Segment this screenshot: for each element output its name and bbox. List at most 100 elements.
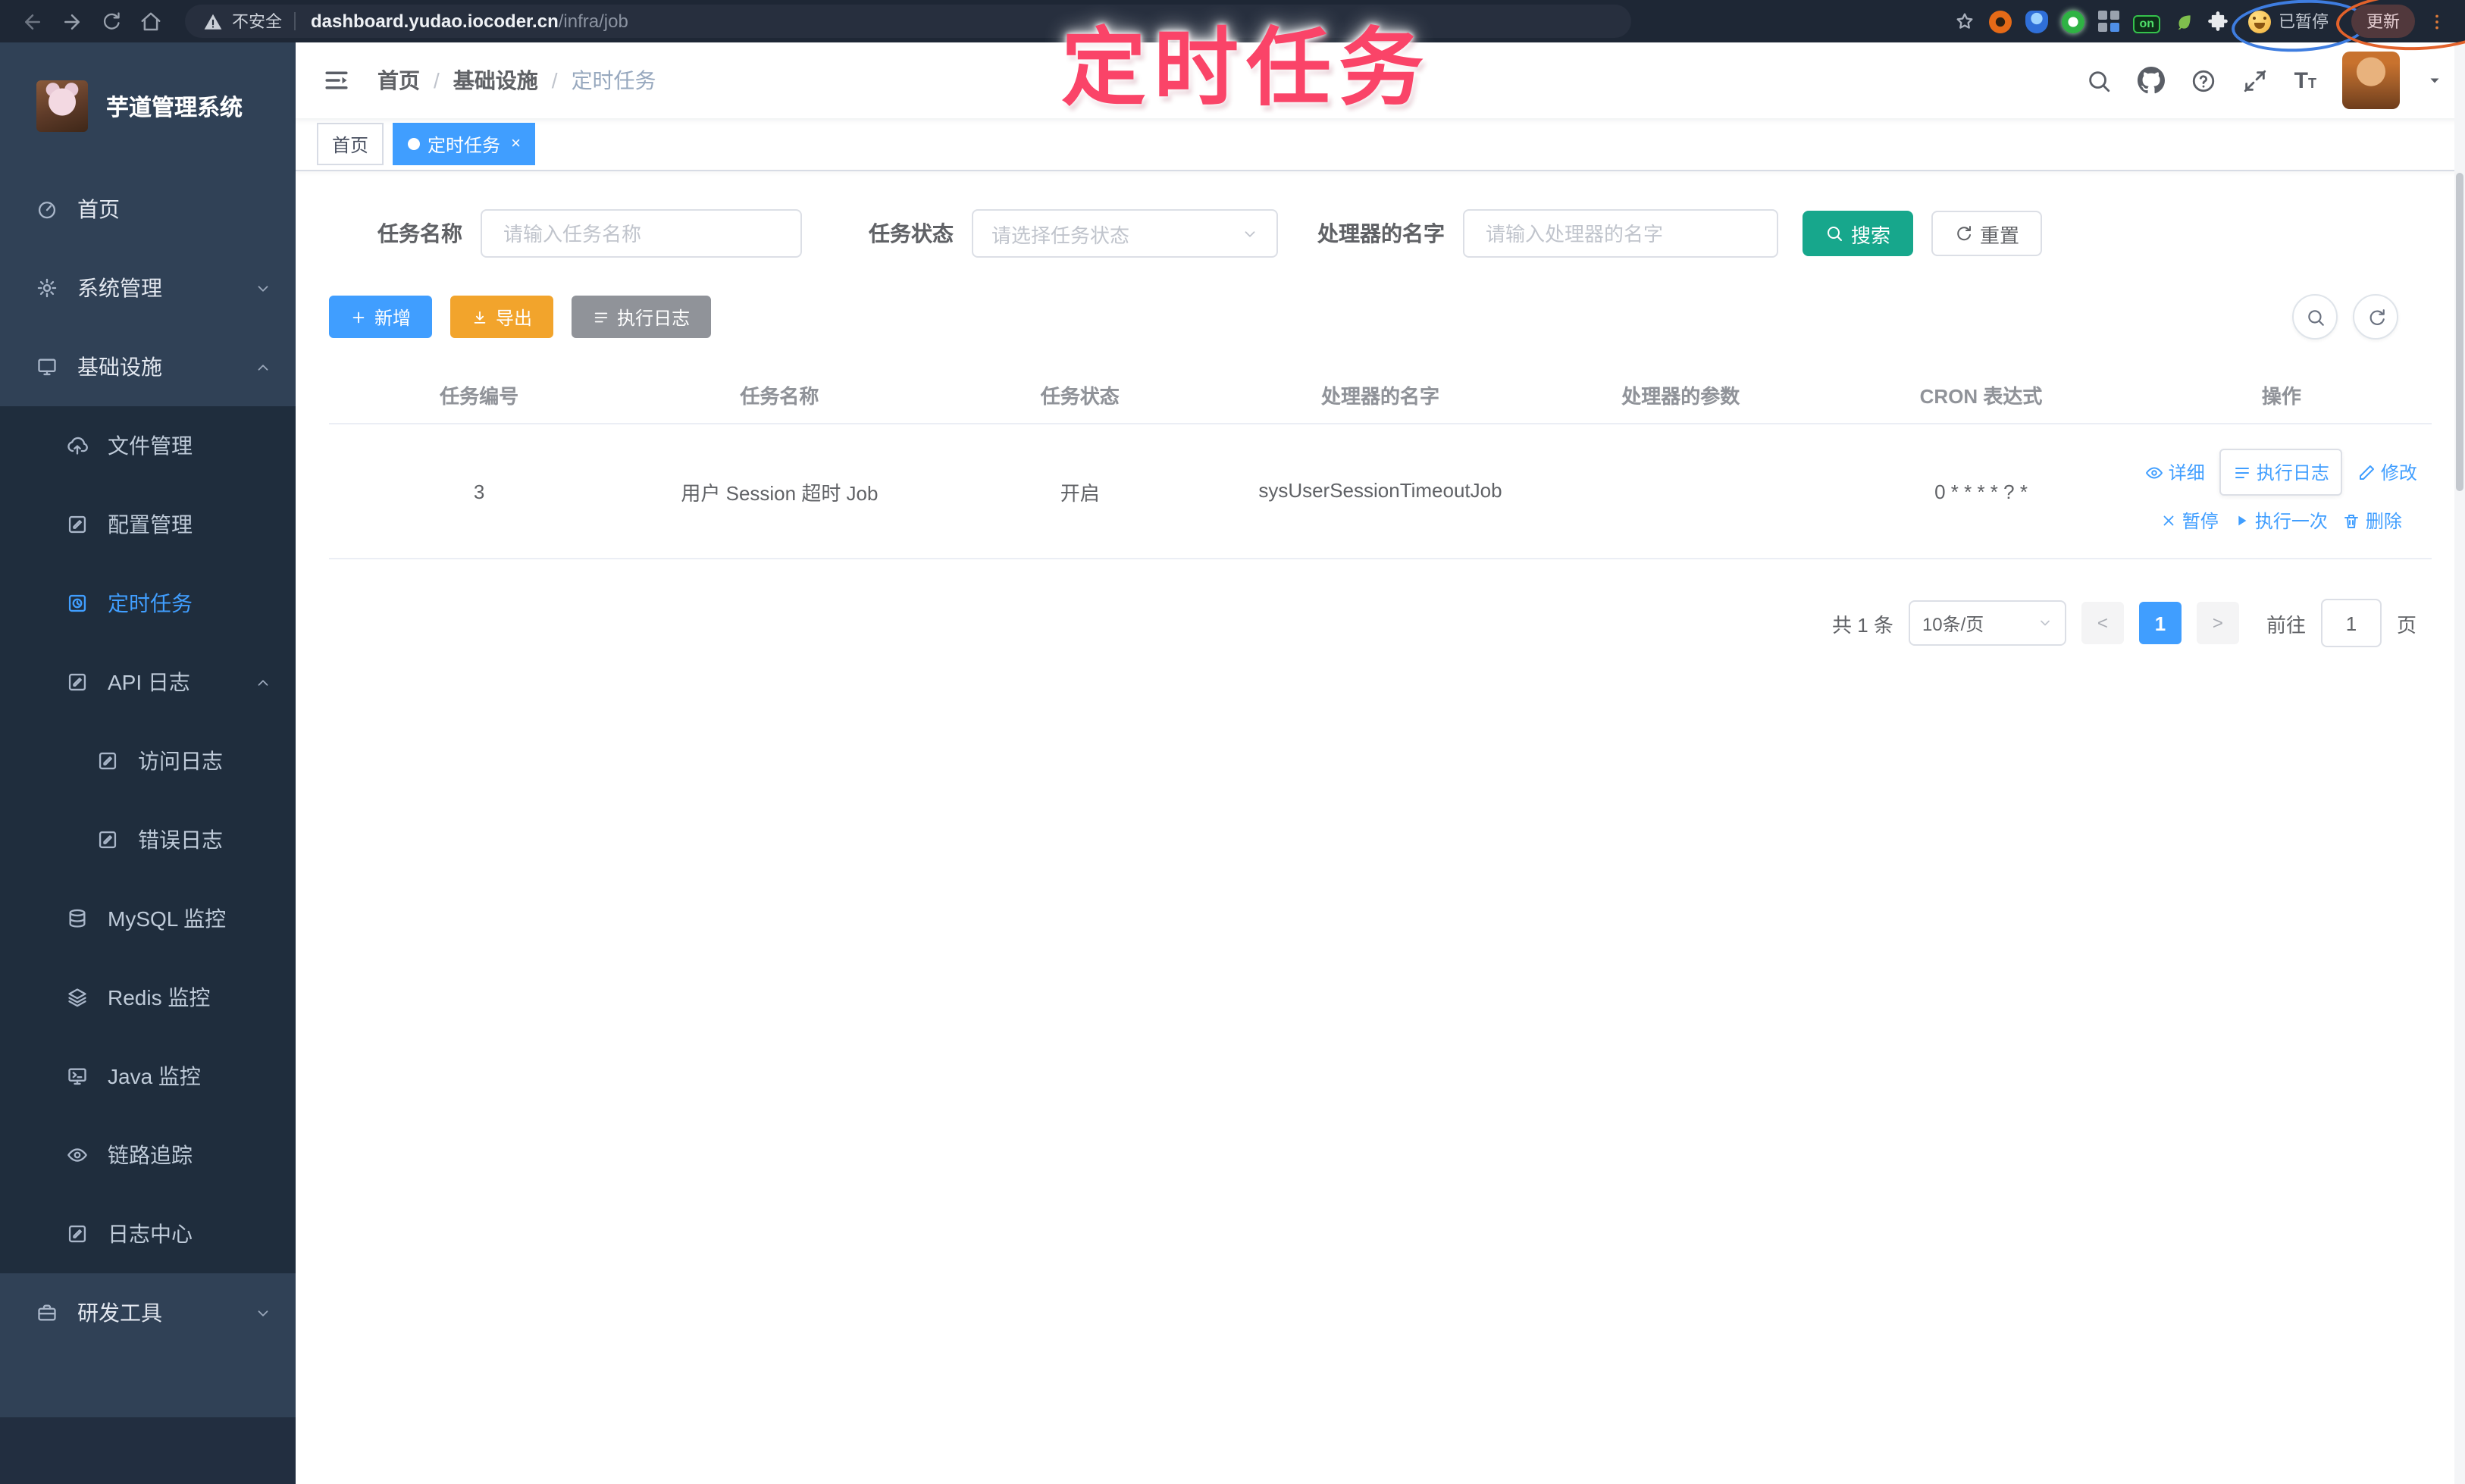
page-1-button[interactable]: 1 [2138,602,2182,644]
app-logo-row[interactable]: 芋道管理系统 [0,42,296,170]
fullscreen-icon[interactable] [2243,67,2269,93]
sidebar-item-trace[interactable]: 链路追踪 [0,1116,296,1194]
hamburger-icon[interactable] [317,61,356,100]
url-domain[interactable]: dashboard.yudao.iocoder.cn [311,11,559,32]
reload-icon[interactable] [94,5,127,38]
filter-form: 任务名称 任务状态 请选择任务状态 处理器的名字 [320,209,2441,258]
search-button[interactable]: 搜索 [1803,211,1914,256]
profile-paused-chip[interactable]: 已暂停 [2230,0,2369,55]
extension-icon-orange[interactable] [1989,10,2012,33]
sidebar-item-api-log[interactable]: API 日志 [0,643,296,722]
sidebar-item-error-log[interactable]: 错误日志 [0,800,296,879]
page-size-select[interactable]: 10条/页 [1908,600,2066,646]
col-cron: CRON 表达式 [1831,367,2131,424]
cell-job-status: 开启 [929,424,1230,559]
delete-link[interactable]: 删除 [2343,508,2402,534]
top-navbar: 首页 / 基础设施 / 定时任务 TT [296,42,2465,118]
handler-name-input[interactable] [1483,221,1759,246]
close-icon[interactable]: × [511,135,521,152]
main-area: 首页 / 基础设施 / 定时任务 TT 首页 定时任务 × 任务名称 请输入任务… [296,42,2465,1484]
github-icon[interactable] [2138,67,2166,94]
caret-down-icon[interactable] [2426,71,2444,89]
sidebar-item-mysql[interactable]: MySQL 监控 [0,879,296,958]
run-once-link[interactable]: 执行一次 [2234,508,2328,534]
job-status-label: 任务状态 [869,221,954,246]
chevron-up-icon [255,674,271,690]
sidebar-item-access-log[interactable]: 访问日志 [0,722,296,800]
bookmark-star-icon[interactable] [1954,11,1975,32]
paused-label: 已暂停 [2279,14,2329,32]
sidebar-item-file[interactable]: 文件管理 [0,406,296,485]
forward-icon[interactable] [55,5,88,38]
pagination: 共 1 条 10条/页 < 1 > 前往 页 [344,599,2416,647]
tab-job[interactable]: 定时任务 × [393,123,536,165]
job-status-select[interactable]: 请选择任务状态 [972,209,1278,258]
chevron-down-icon [1242,225,1258,242]
sidebar-item-infra[interactable]: 基础设施 [0,327,296,406]
font-size-icon[interactable]: TT [2294,69,2316,92]
job-name-label: 任务名称 [377,221,462,246]
extension-icon-leaf[interactable] [2174,11,2194,31]
show-search-button[interactable] [2292,294,2338,340]
sidebar: 芋道管理系统 首页 系统管理 基础设施 文件管理 配置管理 定时任务 API 日… [0,42,296,1484]
page-scrollbar[interactable] [2454,42,2465,1484]
goto-page-input[interactable] [2320,599,2382,647]
not-secure-label[interactable]: 不安全 [232,9,282,33]
cell-job-id: 3 [329,424,630,559]
sidebar-item-java[interactable]: Java 监控 [0,1037,296,1116]
table-tools [2292,294,2398,340]
reset-button[interactable]: 重置 [1931,211,2043,256]
browser-toolbar: 不安全 dashboard.yudao.iocoder.cn /infra/jo… [0,0,2465,55]
add-button[interactable]: 新增 [329,296,433,338]
update-area: 更新 [2335,0,2465,53]
pause-link[interactable]: 暂停 [2161,508,2219,534]
help-icon[interactable] [2191,67,2217,93]
terminal-icon [67,1066,88,1087]
job-name-input-wrap [481,209,802,258]
back-icon[interactable] [15,5,49,38]
search-icon[interactable] [2087,67,2113,93]
extension-icon-grid[interactable] [2098,11,2120,32]
sidebar-item-dev-tools[interactable]: 研发工具 [0,1273,296,1352]
not-secure-icon [203,11,223,31]
address-bar[interactable]: 不安全 dashboard.yudao.iocoder.cn /infra/jo… [185,5,1631,38]
scrollbar-thumb[interactable] [2456,173,2463,491]
sidebar-item-log-center[interactable]: 日志中心 [0,1194,296,1273]
extension-on-badge[interactable]: on [2133,15,2160,33]
extensions-puzzle-icon[interactable] [2207,11,2229,32]
extensions-area: on 已暂停 更新 [1954,0,2465,55]
refresh-button[interactable] [2353,294,2398,340]
home-icon[interactable] [133,5,167,38]
exec-log-button[interactable]: 执行日志 [572,296,712,338]
browser-menu-icon[interactable] [2427,11,2447,31]
export-button[interactable]: 导出 [450,296,554,338]
url-path[interactable]: /infra/job [559,11,628,32]
col-job-id: 任务编号 [329,367,630,424]
breadcrumb-home[interactable]: 首页 [377,65,420,95]
sidebar-item-config[interactable]: 配置管理 [0,485,296,564]
detail-link[interactable]: 详细 [2146,459,2205,485]
next-page-button[interactable]: > [2196,602,2239,644]
breadcrumb: 首页 / 基础设施 / 定时任务 [377,65,656,95]
sidebar-item-home[interactable]: 首页 [0,170,296,249]
col-handler-param: 处理器的参数 [1530,367,1831,424]
cell-actions: 详细 执行日志 修改 暂停 执行一次 删除 [2131,424,2432,559]
table-header-row: 任务编号 任务名称 任务状态 处理器的名字 处理器的参数 CRON 表达式 操作 [329,367,2432,424]
prev-page-button[interactable]: < [2081,602,2124,644]
breadcrumb-infra[interactable]: 基础设施 [453,65,538,95]
update-button[interactable]: 更新 [2351,5,2415,38]
tab-home[interactable]: 首页 [317,123,384,165]
sidebar-item-redis[interactable]: Redis 监控 [0,958,296,1037]
job-name-input[interactable] [500,221,782,246]
sidebar-item-job[interactable]: 定时任务 [0,564,296,643]
active-tab-dot [408,138,421,150]
sidebar-item-system[interactable]: 系统管理 [0,249,296,327]
extension-icon-blue[interactable] [2025,10,2049,33]
avatar[interactable] [2342,52,2400,109]
eye-icon [67,1144,88,1166]
row-exec-log-link[interactable]: 执行日志 [2219,449,2343,496]
screen: 不安全 dashboard.yudao.iocoder.cn /infra/jo… [0,0,2465,1484]
edit-link[interactable]: 修改 [2358,459,2417,485]
edit-icon [97,829,118,850]
extension-icon-green[interactable] [2062,10,2085,33]
